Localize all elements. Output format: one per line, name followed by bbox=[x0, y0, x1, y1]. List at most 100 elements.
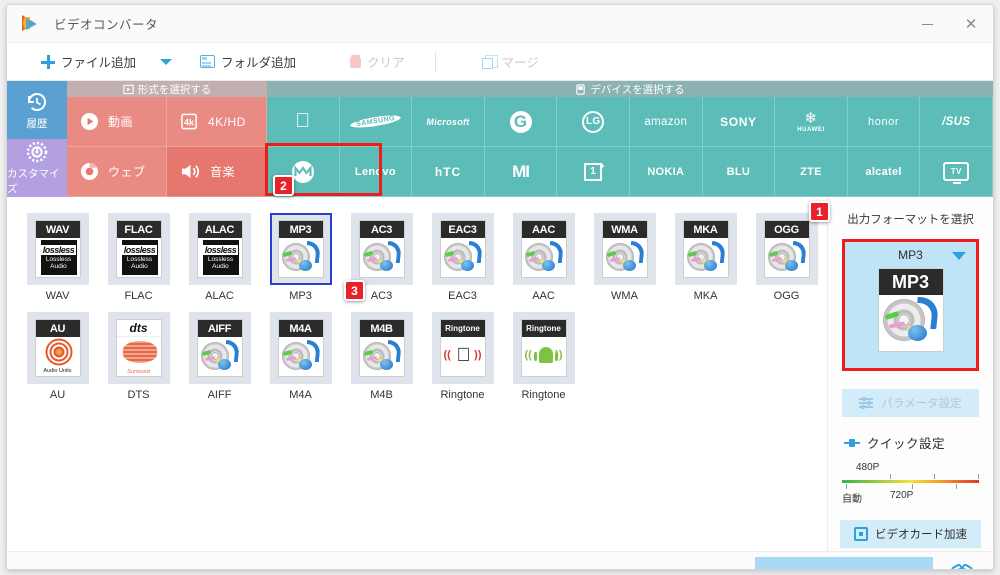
category-label: ウェブ bbox=[108, 165, 146, 179]
format-icon-caption: AC3 bbox=[359, 221, 404, 238]
device-alcatel[interactable]: alcatel bbox=[847, 147, 921, 197]
format-item-label: AAC bbox=[532, 290, 555, 302]
format-item-mka[interactable]: MKA MKA bbox=[665, 207, 746, 306]
alarm-clock-icon[interactable] bbox=[951, 568, 973, 569]
alcatel-icon: alcatel bbox=[865, 165, 902, 178]
format-icon-art bbox=[440, 238, 485, 277]
format-icon-art: Surround bbox=[116, 337, 161, 376]
merge-button[interactable]: マージ bbox=[436, 43, 541, 81]
device-oneplus[interactable]: 1 + bbox=[557, 147, 630, 197]
format-icon-art bbox=[602, 238, 647, 277]
device-asus[interactable]: /SUS bbox=[920, 97, 993, 147]
amazon-icon: amazon bbox=[644, 115, 688, 128]
format-item-au[interactable]: AU Audio Units AU bbox=[17, 306, 98, 405]
device-grid:  SAMSUNG Microsoft G LG amazon bbox=[267, 97, 993, 197]
slider-track[interactable] bbox=[842, 480, 979, 483]
format-row-1: WAV lossless Lossless Audio WAV FLAC lossless L… bbox=[17, 207, 827, 306]
format-item-alac[interactable]: ALAC lossless Lossless Audio ALAC bbox=[179, 207, 260, 306]
device-samsung[interactable]: SAMSUNG bbox=[339, 97, 413, 147]
device-icon bbox=[576, 83, 586, 95]
device-nokia[interactable]: NOKIA bbox=[629, 147, 703, 197]
category-4k-hd[interactable]: 4k 4K/HD bbox=[167, 97, 267, 147]
device-sony[interactable]: SONY bbox=[702, 97, 776, 147]
format-icon-caption: EAC3 bbox=[440, 221, 485, 238]
format-item-label: DTS bbox=[127, 389, 150, 401]
format-item-ringtone[interactable]: Ringtone (()) Ringtone bbox=[422, 306, 503, 405]
device-blu[interactable]: BLU bbox=[702, 147, 776, 197]
format-item-m4a[interactable]: M4A M4A bbox=[260, 306, 341, 405]
clear-button[interactable]: クリア bbox=[298, 43, 407, 81]
format-file-icon: WMA bbox=[601, 220, 648, 278]
bottom-bar: 出力フォルダ： C:¥Users¥Administrator¥Videos¥Wo… bbox=[7, 551, 993, 569]
close-icon[interactable]: ✕ bbox=[949, 5, 993, 43]
gpu-acceleration-label: ビデオカード加速 bbox=[875, 529, 967, 541]
device-tv[interactable]: TV bbox=[920, 147, 993, 197]
format-icon-caption: WMA bbox=[602, 221, 647, 238]
device-google[interactable]: G bbox=[484, 97, 558, 147]
parameter-settings-button[interactable]: パラメータ設定 bbox=[842, 389, 979, 417]
sidebar-item-customize[interactable]: カスタマイズ bbox=[7, 139, 67, 197]
device-huawei[interactable]: ❄ HUAWEI bbox=[775, 97, 848, 147]
format-item-aiff[interactable]: AIFF AIFF bbox=[179, 306, 260, 405]
format-item-label: Ringtone bbox=[440, 389, 485, 401]
format-item-aac[interactable]: AAC AAC bbox=[503, 207, 584, 306]
chrome-icon bbox=[80, 162, 99, 181]
format-item-eac3[interactable]: EAC3 EAC3 bbox=[422, 207, 503, 306]
quality-slider[interactable]: 480P 自動 720P bbox=[842, 462, 979, 510]
format-file-icon: Ringtone(()) bbox=[520, 319, 567, 377]
speaker-icon bbox=[181, 164, 200, 179]
chevron-down-icon[interactable] bbox=[160, 58, 173, 65]
format-icon-art bbox=[764, 238, 809, 277]
category-web[interactable]: ウェブ bbox=[67, 147, 167, 197]
format-icon-wrap: dts Surround bbox=[107, 312, 170, 384]
main-area: WAV lossless Lossless Audio WAV FLAC lossless L… bbox=[7, 197, 993, 569]
format-item-m4b[interactable]: M4B M4B bbox=[341, 306, 422, 405]
device-htc[interactable]: hTC bbox=[412, 147, 485, 197]
format-icon-art bbox=[359, 337, 404, 376]
format-item-mp3[interactable]: MP3 MP3 bbox=[260, 207, 341, 306]
device-microsoft[interactable]: Microsoft bbox=[412, 97, 485, 147]
sidebar-item-history[interactable]: 履歴 bbox=[7, 81, 67, 139]
slider-label-720p: 720P bbox=[890, 490, 914, 501]
minimize-button[interactable] bbox=[905, 5, 949, 43]
device-lg[interactable]: LG bbox=[557, 97, 630, 147]
device-lenovo[interactable]: Lenovo bbox=[339, 147, 413, 197]
device-zte[interactable]: ZTE bbox=[775, 147, 848, 197]
output-path-input[interactable]: C:¥Users¥Administrator¥Videos¥WonderFox … bbox=[125, 568, 554, 569]
format-item-flac[interactable]: FLAC lossless Lossless Audio FLAC bbox=[98, 207, 179, 306]
sound-wave-icon: (( bbox=[524, 349, 532, 361]
format-item-wma[interactable]: WMA WMA bbox=[584, 207, 665, 306]
lossless-art: lossless Lossless Audio bbox=[202, 240, 239, 275]
format-item-dts[interactable]: dts Surround DTS bbox=[98, 306, 179, 405]
htc-icon: hTC bbox=[434, 164, 462, 179]
add-folder-button[interactable]: フォルダ追加 bbox=[172, 43, 298, 81]
device-apple[interactable]:  bbox=[267, 97, 340, 147]
add-file-label: ファイル追加 bbox=[61, 56, 137, 70]
category-label: 動画 bbox=[108, 115, 134, 129]
device-xiaomi[interactable]: MI bbox=[484, 147, 558, 197]
chevron-down-icon[interactable] bbox=[952, 252, 966, 260]
format-icon-art bbox=[683, 238, 728, 277]
add-file-button[interactable]: ファイル追加 bbox=[7, 43, 138, 81]
format-item-wav[interactable]: WAV lossless Lossless Audio WAV bbox=[17, 207, 98, 306]
category-video[interactable]: 動画 bbox=[67, 97, 167, 147]
output-format-selector[interactable]: MP3 MP3 bbox=[842, 239, 979, 371]
device-amazon[interactable]: amazon bbox=[629, 97, 703, 147]
app-window: ビデオコンバータ ✕ ファイル追加 フォルダ追加 クリア マージ 履歴 カスタマ… bbox=[6, 4, 994, 570]
4k-icon: 4k bbox=[181, 113, 197, 130]
gear-icon bbox=[26, 141, 48, 163]
category-music[interactable]: 音楽 bbox=[167, 147, 267, 197]
device-honor[interactable]: honor bbox=[847, 97, 921, 147]
title-bar: ビデオコンバータ ✕ bbox=[7, 5, 993, 43]
format-icon-wrap: WMA bbox=[593, 213, 656, 285]
format-item-ringtone[interactable]: Ringtone(()) Ringtone bbox=[503, 306, 584, 405]
convert-button[interactable]: 変換 bbox=[755, 557, 933, 569]
right-panel: 出力フォーマットを選択 MP3 MP3 パラメータ設定 クイック設定 480P … bbox=[827, 197, 993, 569]
format-item-label: OGG bbox=[773, 290, 800, 302]
format-icon-art: Audio Units bbox=[35, 337, 80, 376]
format-row-2: AU Audio Units AU dts Surround DTS AIFF AIFF M4A… bbox=[17, 306, 827, 405]
format-icon-art: (()) bbox=[521, 337, 566, 376]
format-icon-caption: AU bbox=[35, 320, 80, 337]
format-icon-wrap: ALAC lossless Lossless Audio bbox=[188, 213, 251, 285]
gpu-acceleration-button[interactable]: ビデオカード加速 bbox=[840, 520, 981, 548]
